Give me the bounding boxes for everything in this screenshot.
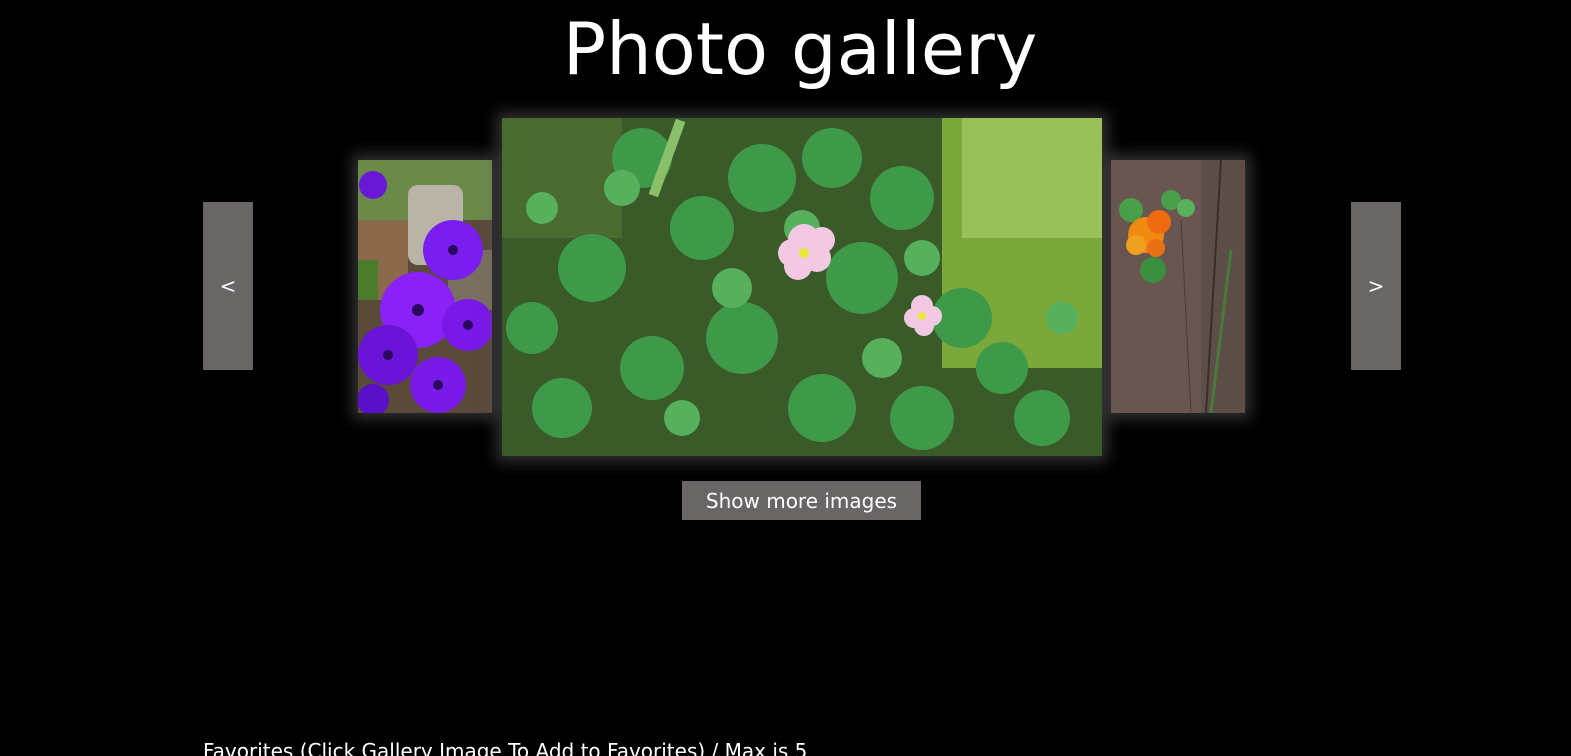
clover-pink-flowers-photo	[502, 118, 1102, 456]
purple-flowers-photo	[358, 160, 492, 413]
show-more-images-button[interactable]: Show more images	[682, 481, 921, 520]
gallery-page: Photo gallery < > Show more images Favor…	[0, 0, 1571, 756]
gallery-image-center[interactable]	[502, 118, 1102, 456]
favorites-label: Favorites (Click Gallery Image To Add to…	[203, 739, 808, 756]
gallery-image-right[interactable]	[1111, 160, 1245, 413]
previous-button[interactable]: <	[203, 202, 253, 370]
gallery-image-left[interactable]	[358, 160, 492, 413]
page-title: Photo gallery	[562, 7, 1038, 91]
orange-nasturtium-photo	[1111, 160, 1245, 413]
next-button[interactable]: >	[1351, 202, 1401, 370]
